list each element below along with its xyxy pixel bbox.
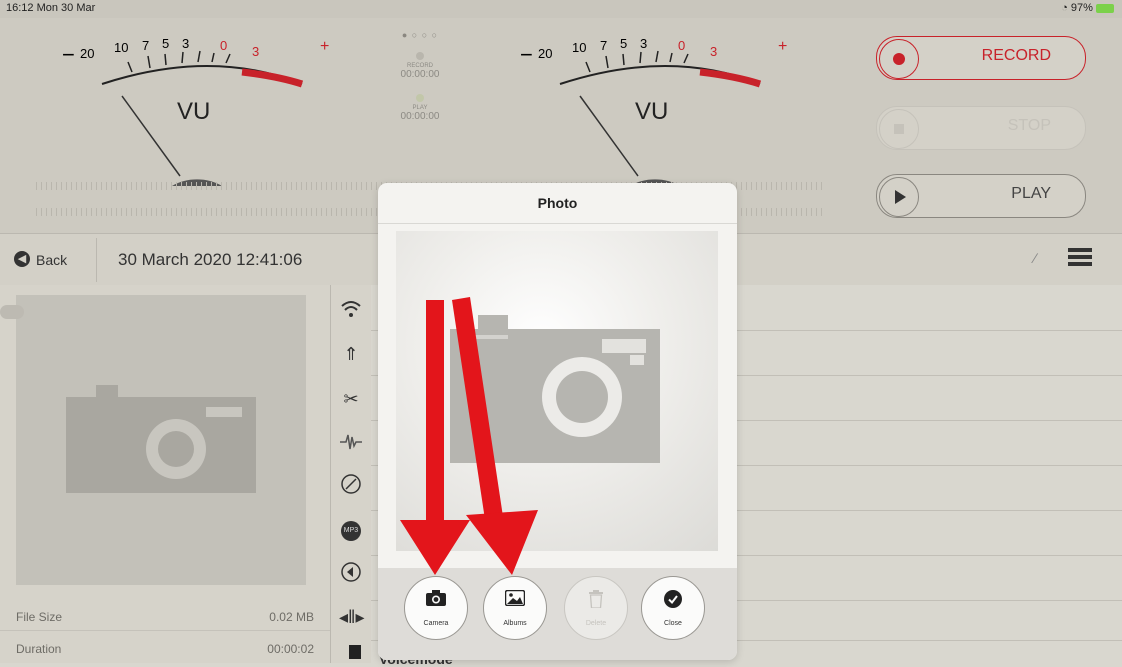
red-arrow-albums xyxy=(452,297,538,575)
annotation-arrows xyxy=(400,297,538,575)
